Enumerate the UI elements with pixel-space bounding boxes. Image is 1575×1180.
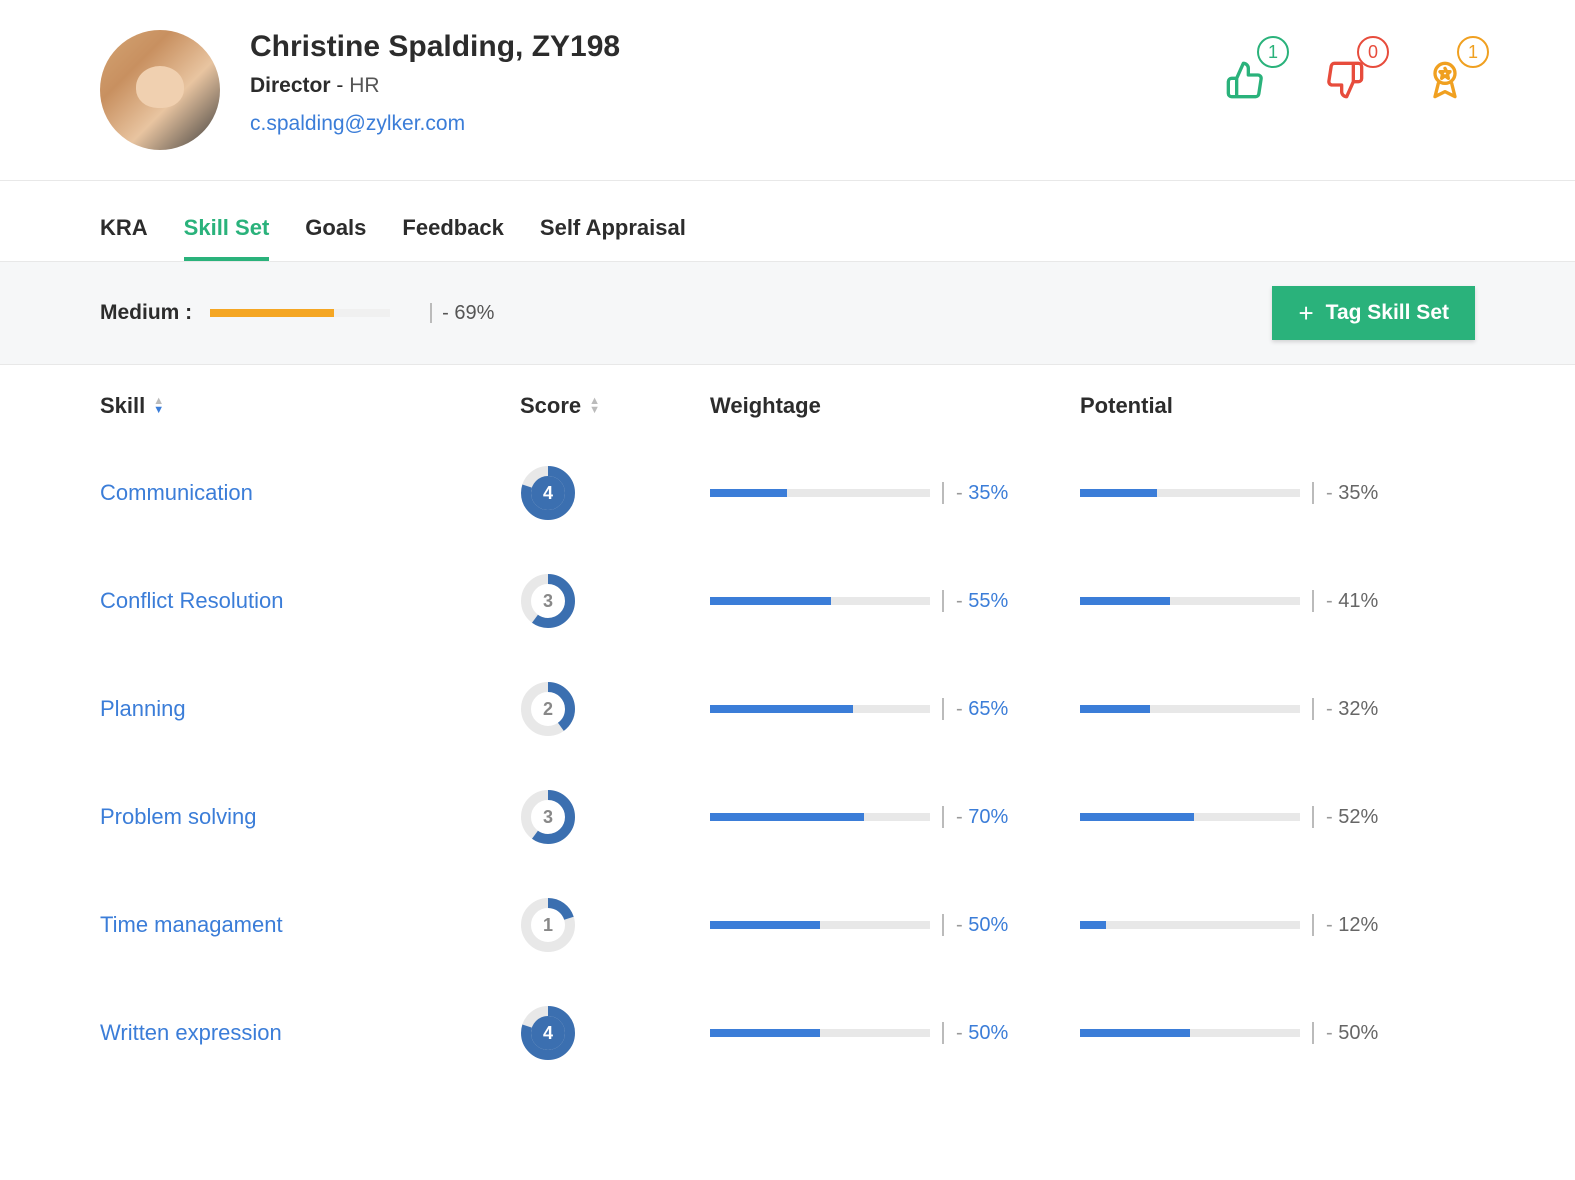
weightage-value: 70% [956, 806, 1008, 829]
weightage-bar: 35% [710, 482, 1080, 505]
tag-skill-set-button[interactable]: + Tag Skill Set [1272, 286, 1475, 340]
score-donut: 1 [520, 897, 576, 953]
award-count: 1 [1457, 36, 1489, 68]
skill-name-link[interactable]: Problem solving [100, 804, 257, 829]
score-donut: 3 [520, 573, 576, 629]
tab-self-appraisal[interactable]: Self Appraisal [540, 207, 686, 261]
thumbs-down-icon [1325, 60, 1365, 100]
sort-icon: ▲▼ [153, 397, 164, 415]
weightage-bar: 55% [710, 590, 1080, 613]
col-score-header[interactable]: Score ▲▼ [520, 393, 710, 419]
potential-value: 35% [1326, 482, 1378, 505]
medium-progress-track [210, 309, 390, 317]
col-score-label: Score [520, 393, 581, 419]
thumbs-up-icon [1225, 60, 1265, 100]
profile-name: Christine Spalding, ZY198 [250, 30, 1215, 64]
thumbs-down-count: 0 [1357, 36, 1389, 68]
tab-feedback[interactable]: Feedback [402, 207, 504, 261]
potential-value: 50% [1326, 1022, 1378, 1045]
award-badge[interactable]: 1 [1415, 50, 1475, 110]
col-potential-header: Potential [1080, 393, 1380, 419]
weightage-value: 50% [956, 1022, 1008, 1045]
medium-progress-fill [210, 309, 334, 317]
skill-name-link[interactable]: Conflict Resolution [100, 588, 283, 613]
profile-header: Christine Spalding, ZY198 Director - HR … [0, 30, 1575, 181]
score-donut: 4 [520, 1005, 576, 1061]
score-donut: 4 [520, 465, 576, 521]
potential-bar: 32% [1080, 698, 1380, 721]
potential-bar: 52% [1080, 806, 1380, 829]
potential-bar: 35% [1080, 482, 1380, 505]
potential-value: 12% [1326, 914, 1378, 937]
profile-email[interactable]: c.spalding@zylker.com [250, 112, 465, 135]
potential-bar: 12% [1080, 914, 1380, 937]
potential-value: 52% [1326, 806, 1378, 829]
weightage-bar: 65% [710, 698, 1080, 721]
weightage-value: 35% [956, 482, 1008, 505]
table-row: Written expression 4 50% 50% [100, 979, 1475, 1087]
medium-percent: - 69% [442, 302, 494, 325]
skill-name-link[interactable]: Written expression [100, 1020, 282, 1045]
sort-icon: ▲▼ [589, 397, 600, 415]
table-row: Problem solving 3 70% 52% [100, 763, 1475, 871]
score-donut: 2 [520, 681, 576, 737]
medium-bar: Medium : - 69% + Tag Skill Set [0, 261, 1575, 365]
tab-kra[interactable]: KRA [100, 207, 148, 261]
tab-goals[interactable]: Goals [305, 207, 366, 261]
weightage-bar: 70% [710, 806, 1080, 829]
table-row: Communication 4 35% 35% [100, 439, 1475, 547]
potential-bar: 50% [1080, 1022, 1380, 1045]
skills-table: Skill ▲▼ Score ▲▼ Weightage Potential Co… [0, 365, 1575, 1087]
plus-icon: + [1298, 300, 1313, 326]
thumbs-down-badge[interactable]: 0 [1315, 50, 1375, 110]
weightage-bar: 50% [710, 914, 1080, 937]
col-potential-label: Potential [1080, 393, 1173, 419]
weightage-value: 50% [956, 914, 1008, 937]
badges: 1 0 1 [1215, 30, 1475, 110]
col-weightage-label: Weightage [710, 393, 821, 419]
avatar[interactable] [100, 30, 220, 150]
weightage-value: 65% [956, 698, 1008, 721]
potential-bar: 41% [1080, 590, 1380, 613]
weightage-bar: 50% [710, 1022, 1080, 1045]
profile-department: HR [349, 74, 379, 97]
profile-info: Christine Spalding, ZY198 Director - HR … [250, 30, 1215, 136]
medium-end-tick [430, 303, 432, 323]
weightage-value: 55% [956, 590, 1008, 613]
profile-title: Director [250, 74, 331, 97]
skill-name-link[interactable]: Time managament [100, 912, 283, 937]
col-skill-label: Skill [100, 393, 145, 419]
profile-role: Director - HR [250, 74, 1215, 98]
award-icon [1425, 60, 1465, 100]
col-skill-header[interactable]: Skill ▲▼ [100, 393, 520, 419]
potential-value: 41% [1326, 590, 1378, 613]
thumbs-up-count: 1 [1257, 36, 1289, 68]
table-row: Planning 2 65% 32% [100, 655, 1475, 763]
skill-name-link[interactable]: Communication [100, 480, 253, 505]
potential-value: 32% [1326, 698, 1378, 721]
table-row: Conflict Resolution 3 55% 41% [100, 547, 1475, 655]
tabs: KRA Skill Set Goals Feedback Self Appraisal [0, 207, 1575, 261]
tag-button-label: Tag Skill Set [1326, 301, 1449, 325]
col-weightage-header: Weightage [710, 393, 1080, 419]
tab-skill-set[interactable]: Skill Set [184, 207, 270, 261]
skill-name-link[interactable]: Planning [100, 696, 186, 721]
score-donut: 3 [520, 789, 576, 845]
table-row: Time managament 1 50% 12% [100, 871, 1475, 979]
table-header: Skill ▲▼ Score ▲▼ Weightage Potential [100, 365, 1475, 439]
thumbs-up-badge[interactable]: 1 [1215, 50, 1275, 110]
medium-label: Medium : [100, 301, 192, 325]
